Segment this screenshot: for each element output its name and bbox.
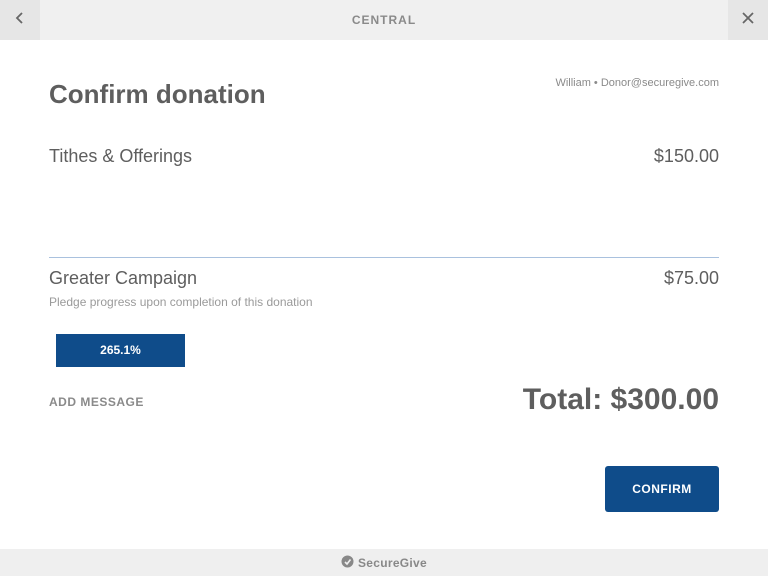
user-info: William • Donor@securegive.com <box>555 77 719 89</box>
page-context-title: CENTRAL <box>351 13 417 27</box>
pledge-progress-bar: 265.1% <box>56 334 185 367</box>
footer: SecureGive <box>0 549 768 576</box>
pledge-progress-label: 265.1% <box>100 343 141 357</box>
donation-confirm-screen: CENTRAL Confirm donation William • Donor… <box>0 0 768 576</box>
divider <box>49 257 719 258</box>
confirm-button[interactable]: CONFIRM <box>605 466 719 512</box>
close-icon <box>740 10 756 31</box>
donation-item-name: Tithes & Offerings <box>49 146 193 166</box>
brand-name: SecureGive <box>357 555 428 570</box>
top-bar: CENTRAL <box>0 0 768 40</box>
add-message-link[interactable]: ADD MESSAGE <box>49 395 144 409</box>
donation-item-name: Greater Campaign <box>49 268 198 288</box>
close-button[interactable] <box>728 0 768 40</box>
page-title: Confirm donation <box>49 79 266 109</box>
pledge-description: Pledge progress upon completion of this … <box>49 295 313 309</box>
total-amount: Total: $300.00 <box>522 383 719 416</box>
brand: SecureGive <box>341 555 427 571</box>
securegive-logo-icon <box>341 555 354 571</box>
donation-item-amount: $150.00 <box>653 146 719 166</box>
donation-item-amount: $75.00 <box>663 268 719 288</box>
